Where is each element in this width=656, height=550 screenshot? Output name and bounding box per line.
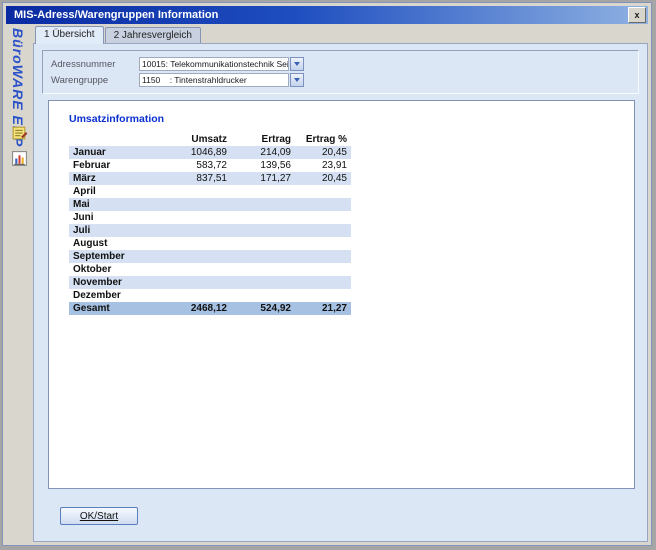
- month-cell: Dezember: [69, 289, 155, 302]
- umsatz-cell: [155, 289, 231, 302]
- ertrag-pct-cell: [295, 237, 351, 250]
- ertrag-pct-cell: [295, 224, 351, 237]
- ertrag-pct-cell: 21,27: [295, 302, 351, 315]
- month-header: [69, 133, 155, 146]
- brand-sidebar: BüroWARE ERP: [6, 24, 33, 542]
- client-area: 1 Übersicht 2 Jahresvergleich Adressnumm…: [33, 24, 648, 542]
- ertrag-pct-cell: [295, 263, 351, 276]
- ertrag-cell: 139,56: [231, 159, 295, 172]
- form-row-warengruppe: Warengruppe 1150 : Tintenstrahldrucker: [51, 72, 630, 88]
- ertrag-header: Ertrag: [231, 133, 295, 146]
- month-cell: Februar: [69, 159, 155, 172]
- note-icon[interactable]: [11, 124, 28, 141]
- tab-bar: 1 Übersicht 2 Jahresvergleich: [35, 26, 201, 43]
- umsatz-header: Umsatz: [155, 133, 231, 146]
- chevron-down-icon: [294, 78, 300, 82]
- ertrag-pct-header: Ertrag %: [295, 133, 351, 146]
- table-row: Mai: [69, 198, 351, 211]
- form-row-adressnummer: Adressnummer 10015: Telekommunikationste…: [51, 56, 630, 72]
- ertrag-cell: [231, 211, 295, 224]
- window-title: MIS-Adress/Warengruppen Information: [14, 9, 628, 21]
- table-row: September: [69, 250, 351, 263]
- month-cell: Mai: [69, 198, 155, 211]
- report-title: Umsatzinformation: [69, 113, 634, 125]
- month-cell: April: [69, 185, 155, 198]
- warengruppe-label: Warengruppe: [51, 75, 139, 86]
- ertrag-cell: 171,27: [231, 172, 295, 185]
- umsatz-cell: [155, 211, 231, 224]
- month-cell: Gesamt: [69, 302, 155, 315]
- ertrag-pct-cell: [295, 211, 351, 224]
- ertrag-cell: [231, 276, 295, 289]
- filter-box: Adressnummer 10015: Telekommunikationste…: [42, 50, 639, 94]
- ertrag-cell: 214,09: [231, 146, 295, 159]
- ertrag-pct-cell: [295, 198, 351, 211]
- warengruppe-field[interactable]: 1150 : Tintenstrahldrucker: [139, 73, 289, 87]
- chevron-down-icon: [294, 62, 300, 66]
- table-total-row: Gesamt 2468,12 524,92 21,27: [69, 302, 351, 315]
- ertrag-pct-cell: [295, 250, 351, 263]
- month-cell: Juli: [69, 224, 155, 237]
- month-cell: Oktober: [69, 263, 155, 276]
- month-cell: August: [69, 237, 155, 250]
- table-row: Juli: [69, 224, 351, 237]
- warengruppe-lookup-button[interactable]: [290, 73, 304, 87]
- ertrag-cell: [231, 224, 295, 237]
- table-row: Juni: [69, 211, 351, 224]
- ertrag-pct-cell: 20,45: [295, 146, 351, 159]
- umsatz-cell: 1046,89: [155, 146, 231, 159]
- table-row: Oktober: [69, 263, 351, 276]
- ertrag-cell: [231, 289, 295, 302]
- umsatz-cell: [155, 237, 231, 250]
- table-row: November: [69, 276, 351, 289]
- umsatz-cell: 583,72: [155, 159, 231, 172]
- ertrag-pct-cell: 20,45: [295, 172, 351, 185]
- table-row: April: [69, 185, 351, 198]
- tab-panel: Adressnummer 10015: Telekommunikationste…: [33, 43, 648, 542]
- month-cell: November: [69, 276, 155, 289]
- umsatz-cell: [155, 276, 231, 289]
- ertrag-cell: [231, 250, 295, 263]
- umsatz-cell: 2468,12: [155, 302, 231, 315]
- adressnummer-lookup-button[interactable]: [290, 57, 304, 71]
- month-cell: Januar: [69, 146, 155, 159]
- table-row: März 837,51 171,27 20,45: [69, 172, 351, 185]
- adressnummer-label: Adressnummer: [51, 59, 139, 70]
- ertrag-pct-cell: 23,91: [295, 159, 351, 172]
- tab-uebersicht[interactable]: 1 Übersicht: [35, 26, 104, 44]
- ertrag-cell: [231, 185, 295, 198]
- close-icon: x: [634, 11, 639, 20]
- ertrag-cell: 524,92: [231, 302, 295, 315]
- month-cell: Juni: [69, 211, 155, 224]
- umsatz-cell: [155, 198, 231, 211]
- ertrag-pct-cell: [295, 289, 351, 302]
- umsatz-cell: [155, 263, 231, 276]
- report-panel: Umsatzinformation Umsatz Ertrag Ertrag %: [48, 100, 635, 489]
- umsatz-cell: [155, 224, 231, 237]
- table-row: Februar 583,72 139,56 23,91: [69, 159, 351, 172]
- umsatz-cell: [155, 185, 231, 198]
- ertrag-cell: [231, 237, 295, 250]
- ertrag-pct-cell: [295, 185, 351, 198]
- tab-jahresvergleich[interactable]: 2 Jahresvergleich: [105, 27, 201, 43]
- umsatz-cell: 837,51: [155, 172, 231, 185]
- title-bar[interactable]: MIS-Adress/Warengruppen Information x: [6, 6, 648, 24]
- month-cell: März: [69, 172, 155, 185]
- window-body: BüroWARE ERP 1 Übersicht 2 Jahresverglei…: [6, 24, 648, 542]
- table-row: Dezember: [69, 289, 351, 302]
- ertrag-cell: [231, 263, 295, 276]
- ertrag-pct-cell: [295, 276, 351, 289]
- table-row: August: [69, 237, 351, 250]
- adressnummer-field[interactable]: 10015: Telekommunikationstechnik Seip / …: [139, 57, 289, 71]
- table-row: Januar 1046,89 214,09 20,45: [69, 146, 351, 159]
- chart-icon[interactable]: [11, 150, 28, 167]
- ertrag-cell: [231, 198, 295, 211]
- umsatz-cell: [155, 250, 231, 263]
- ok-start-button[interactable]: OK/Start: [60, 507, 138, 525]
- app-window: MIS-Adress/Warengruppen Information x Bü…: [2, 2, 652, 546]
- close-button[interactable]: x: [628, 7, 646, 23]
- table-header-row: Umsatz Ertrag Ertrag %: [69, 133, 351, 146]
- month-cell: September: [69, 250, 155, 263]
- umsatz-table: Umsatz Ertrag Ertrag % Januar 1046,89 21…: [69, 133, 351, 315]
